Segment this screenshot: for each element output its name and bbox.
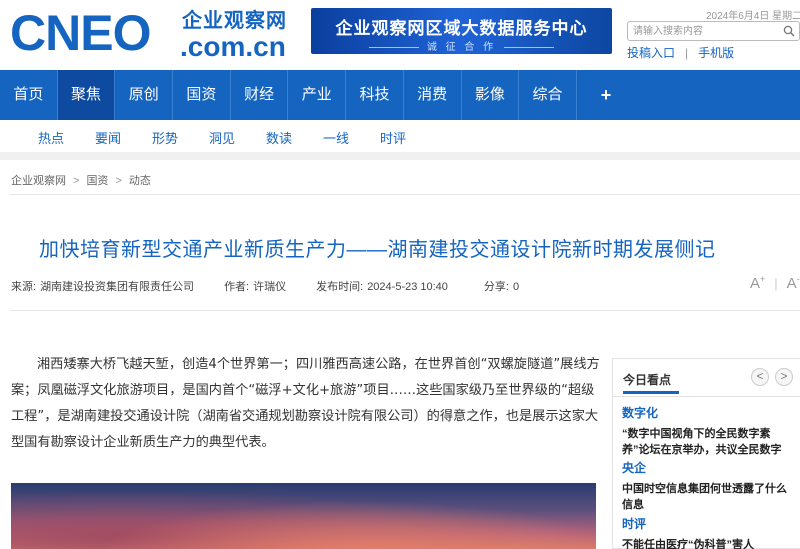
highlight-tag: 央企 xyxy=(622,461,647,475)
current-date: 2024年6月4日 星期二 xyxy=(706,11,800,22)
logo-domain: .com.cn xyxy=(180,31,286,62)
subnav-item-news[interactable]: 要闻 xyxy=(95,128,121,147)
nav-item-finance[interactable]: 财经 xyxy=(231,70,289,120)
ad-banner[interactable]: 企业观察网区域大数据服务中心 诚 征 合 作 xyxy=(311,8,612,54)
banner-subtitle: 诚 征 合 作 xyxy=(311,38,612,53)
nav-item-imaging[interactable]: 影像 xyxy=(462,70,520,120)
sub-nav: 热点 要闻 形势 洞见 数读 一线 时评 xyxy=(0,120,800,152)
highlight-headline[interactable]: 不能任由医疗“伪科普”害人 xyxy=(622,537,797,549)
banner-title: 企业观察网区域大数据服务中心 xyxy=(335,19,588,39)
breadcrumb-current[interactable]: 动态 xyxy=(129,175,151,187)
link-separator: | xyxy=(685,46,689,60)
breadcrumb-section[interactable]: 国资 xyxy=(86,175,108,187)
article-meta: 来源: 湖南建设投资集团有限责任公司 作者: 许瑞仪 发布时间: 2024-5-23 10… xyxy=(11,278,523,294)
source-label: 来源: xyxy=(11,281,37,293)
highlight-item[interactable]: 数字化 “数字中国视角下的全民数字素养”论坛在京举办，共议全民数字 xyxy=(622,404,797,458)
author-value: 许瑞仪 xyxy=(253,281,287,293)
article-paragraph: 湘西矮寨大桥飞越天堑，创造4个世界第一；四川雅西高速公路，在世界首创“双螺旋隧道… xyxy=(11,357,600,450)
site-header: CNEO 企业观察网 .com.cn 企业观察网区域大数据服务中心 诚 征 合 … xyxy=(0,0,800,70)
subnav-item-data[interactable]: 数读 xyxy=(266,128,292,147)
nav-item-tech[interactable]: 科技 xyxy=(346,70,404,120)
panel-title: 今日看点 xyxy=(623,373,680,394)
panel-header: 今日看点 < > xyxy=(613,359,800,397)
logo-wordmark: CNEO xyxy=(10,5,151,61)
nav-item-industry[interactable]: 产业 xyxy=(288,70,347,120)
highlight-item[interactable]: 时评 不能任由医疗“伪科普”害人 xyxy=(622,515,797,549)
breadcrumb-arrow: > xyxy=(115,175,122,187)
divider xyxy=(10,194,800,195)
highlight-tag: 数字化 xyxy=(622,406,659,420)
time-label: 发布时间: xyxy=(316,281,364,293)
article-image xyxy=(11,483,596,549)
top-links: 投稿入口 | 手机版 xyxy=(627,44,734,61)
subnav-item-commentary[interactable]: 时评 xyxy=(380,128,406,147)
subnav-item-situation[interactable]: 形势 xyxy=(152,128,178,147)
divider xyxy=(10,310,800,311)
breadcrumb: 企业观察网 > 国资 > 动态 xyxy=(11,172,151,188)
source-value: 湖南建设投资集团有限责任公司 xyxy=(40,281,195,293)
search-icon[interactable] xyxy=(783,25,795,37)
next-arrow-icon[interactable]: > xyxy=(775,368,793,386)
mobile-link[interactable]: 手机版 xyxy=(698,46,734,60)
search-input[interactable] xyxy=(633,23,773,39)
highlight-tag: 时评 xyxy=(622,517,647,531)
section-divider xyxy=(0,152,800,160)
site-logo[interactable]: CNEO 企业观察网 .com.cn xyxy=(10,6,300,62)
search-box xyxy=(627,21,800,41)
nav-item-more[interactable]: + xyxy=(577,70,635,120)
nav-item-home[interactable]: 首页 xyxy=(0,70,58,120)
today-highlights-panel: 今日看点 < > 数字化 “数字中国视角下的全民数字素养”论坛在京举办，共议全民… xyxy=(612,358,800,549)
subnav-item-hot[interactable]: 热点 xyxy=(38,128,64,147)
logo-chinese-name: 企业观察网 xyxy=(182,10,287,32)
main-nav: 首页 聚焦 原创 国资 财经 产业 科技 消费 影像 综合 + xyxy=(0,70,800,120)
font-size-controls: A+ | A- xyxy=(750,274,800,292)
highlight-headline[interactable]: 中国时空信息集团何世透露了什么信息 xyxy=(622,481,797,513)
nav-item-consumer[interactable]: 消费 xyxy=(404,70,462,120)
publish-time: 2024-5-23 10:40 xyxy=(367,281,448,293)
share-count: 0 xyxy=(512,281,520,293)
submit-link[interactable]: 投稿入口 xyxy=(627,46,675,60)
share-label: 分享: xyxy=(483,281,509,293)
highlight-headline[interactable]: “数字中国视角下的全民数字素养”论坛在京举办，共议全民数字 xyxy=(622,426,797,458)
subnav-item-frontline[interactable]: 一线 xyxy=(323,128,349,147)
highlight-item[interactable]: 央企 中国时空信息集团何世透露了什么信息 xyxy=(622,459,797,513)
font-decrease-button[interactable]: A- xyxy=(787,274,800,292)
breadcrumb-arrow: > xyxy=(73,175,80,187)
nav-item-focus[interactable]: 聚焦 xyxy=(57,70,116,120)
prev-arrow-icon[interactable]: < xyxy=(751,368,769,386)
author-label: 作者: xyxy=(224,281,250,293)
font-increase-button[interactable]: A+ xyxy=(750,274,765,292)
nav-item-original[interactable]: 原创 xyxy=(115,70,174,120)
nav-item-state-assets[interactable]: 国资 xyxy=(173,70,231,120)
article-title: 加快培育新型交通产业新质生产力——湖南建投交通设计院新时期发展侧记 xyxy=(39,239,716,261)
nav-item-general[interactable]: 综合 xyxy=(519,70,577,120)
breadcrumb-home[interactable]: 企业观察网 xyxy=(11,175,66,187)
subnav-item-insight[interactable]: 洞见 xyxy=(209,128,235,147)
